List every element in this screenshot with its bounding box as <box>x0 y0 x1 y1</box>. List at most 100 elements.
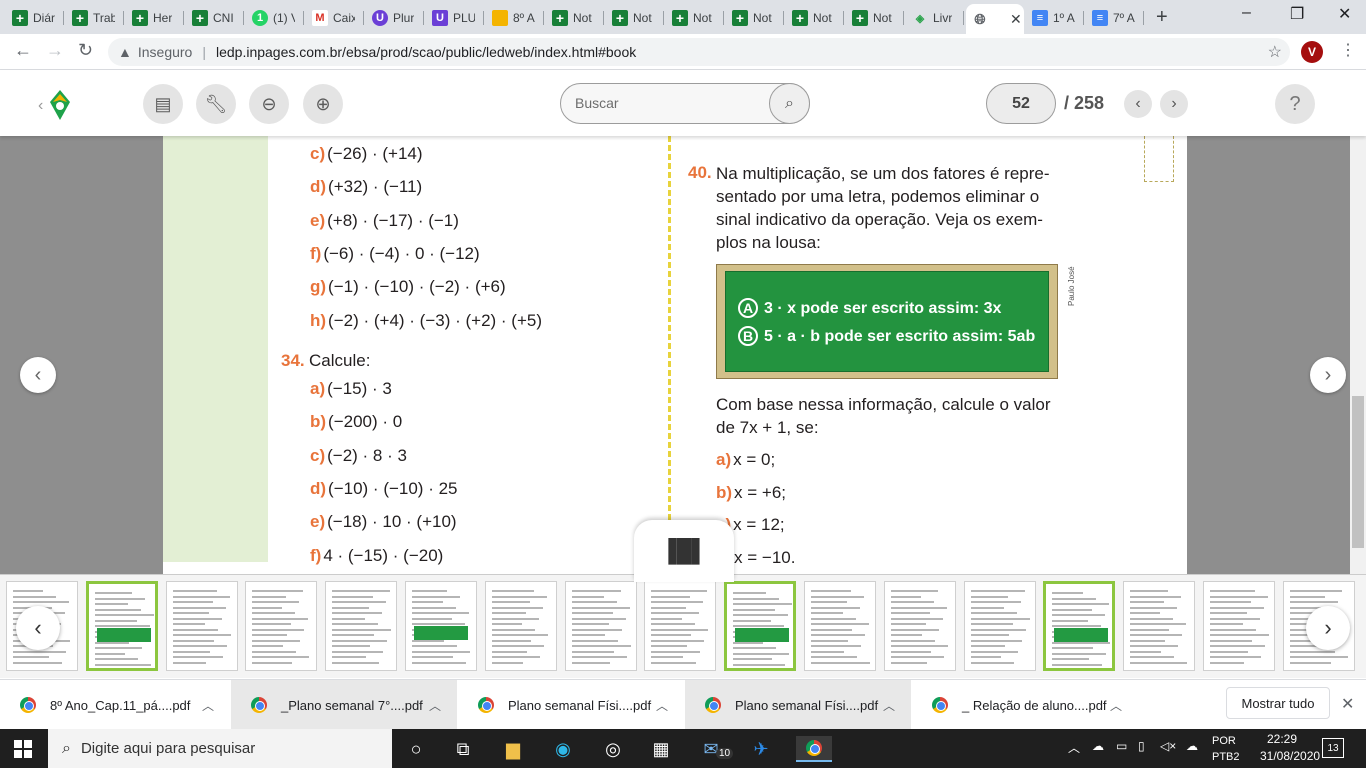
browser-tab[interactable]: Not <box>846 4 904 32</box>
item-expression: (−15) · 3 <box>327 379 392 398</box>
search-icon[interactable]: ⌕ <box>769 83 810 124</box>
close-downloads-icon[interactable]: ✕ <box>1341 694 1354 714</box>
item-label: c) <box>310 445 326 465</box>
file-explorer-icon[interactable]: ▆ <box>500 736 526 762</box>
download-options-chevron-icon[interactable]: ︿ <box>883 697 895 714</box>
page-thumbnail[interactable] <box>405 581 477 671</box>
browser-tab[interactable]: 🌐︎ ✕ <box>966 4 1024 34</box>
browser-tab[interactable]: U PLU <box>426 4 484 32</box>
download-options-chevron-icon[interactable]: ︿ <box>1110 697 1122 714</box>
zoom-in-icon[interactable]: ⊕ <box>303 84 343 124</box>
app-icon[interactable]: ✈ <box>748 736 774 762</box>
browser-tab[interactable]: Not <box>786 4 844 32</box>
browser-tab[interactable]: ≡ 1º A <box>1026 4 1084 32</box>
page-thumbnail[interactable] <box>325 581 398 671</box>
page-thumbnail[interactable] <box>1043 581 1116 671</box>
page-thumbnail[interactable] <box>564 581 637 671</box>
bookmark-star-icon[interactable]: ☆ <box>1268 42 1282 62</box>
page-thumbnail[interactable] <box>963 581 1036 671</box>
book-search-input[interactable] <box>575 95 755 111</box>
next-spread-arrow-icon[interactable]: › <box>1310 357 1346 393</box>
download-item[interactable]: Plano semanal Físi....pdf ︿ <box>685 680 911 730</box>
thumbs-next-arrow-icon[interactable]: › <box>1306 606 1350 650</box>
prev-spread-arrow-icon[interactable]: ‹ <box>20 357 56 393</box>
browser-tab[interactable]: ≡ 7º A <box>1086 4 1144 32</box>
browser-tab[interactable]: U Plur <box>366 4 424 32</box>
thumbnail-toggle-icon[interactable]: ▐█▌ <box>634 520 734 582</box>
url-text[interactable]: ledp.inpages.com.br/ebsa/prod/scao/publi… <box>216 44 636 60</box>
page-thumbnail[interactable] <box>1203 581 1275 671</box>
windows-start-icon[interactable] <box>14 740 32 758</box>
tray-chevron-icon[interactable]: ︿ <box>1068 739 1080 756</box>
task-view-icon[interactable]: ⧉ <box>450 736 476 762</box>
download-item[interactable]: _Plano semanal 7°....pdf ︿ <box>231 680 457 730</box>
browser-tab[interactable]: Trab <box>66 4 124 32</box>
display-icon[interactable]: ▭ <box>1116 739 1127 753</box>
browser-tab[interactable]: 8º A <box>486 4 544 32</box>
back-icon[interactable]: ← <box>14 40 32 61</box>
download-options-chevron-icon[interactable]: ︿ <box>202 697 214 714</box>
store-icon[interactable]: ▦ <box>648 736 674 762</box>
tab-title: Livr <box>933 11 953 25</box>
thumbs-prev-arrow-icon[interactable]: ‹ <box>16 606 60 650</box>
reload-icon[interactable]: ↻ <box>78 40 93 61</box>
sheet-favicon-icon <box>672 10 688 26</box>
maximize-button[interactable]: ❐ <box>1290 4 1304 24</box>
download-options-chevron-icon[interactable]: ︿ <box>656 697 668 714</box>
page-thumbnail[interactable] <box>1123 581 1196 671</box>
volume-muted-icon[interactable]: ◁× <box>1160 739 1176 753</box>
page-thumbnail[interactable] <box>644 581 717 671</box>
browser-tab[interactable]: M Caix <box>306 4 364 32</box>
page-thumbnail[interactable] <box>804 581 876 671</box>
browser-tab[interactable]: Not <box>546 4 604 32</box>
browser-tab[interactable]: Not <box>726 4 784 32</box>
prev-page-chevron-icon[interactable]: ‹ <box>1124 90 1152 118</box>
obs-icon[interactable]: ◎ <box>600 736 626 762</box>
new-tab-button[interactable]: + <box>1156 6 1168 29</box>
browser-tab[interactable]: Not <box>606 4 664 32</box>
show-all-downloads-button[interactable]: Mostrar tudo <box>1226 687 1330 719</box>
network-warning-icon[interactable]: ☁ <box>1092 739 1104 753</box>
notification-center-icon[interactable]: 13 <box>1322 738 1344 758</box>
browser-tab[interactable]: Her <box>126 4 184 32</box>
current-page-input[interactable]: 52 <box>986 83 1056 124</box>
profile-avatar[interactable]: V <box>1301 41 1323 63</box>
browser-tab[interactable]: CNI <box>186 4 244 32</box>
chrome-taskbar-icon[interactable] <box>796 736 832 762</box>
browser-tab[interactable]: Not <box>666 4 724 32</box>
scrollbar-thumb[interactable] <box>1352 396 1364 548</box>
page-thumbnail[interactable] <box>724 581 797 671</box>
close-tab-icon[interactable]: ✕ <box>1010 11 1022 28</box>
browser-tab[interactable]: ◈ Livr <box>906 4 964 32</box>
next-page-chevron-icon[interactable]: › <box>1160 90 1188 118</box>
page-thumbnail[interactable] <box>883 581 956 671</box>
system-clock[interactable]: 22:29 31/08/2020 <box>1260 731 1320 765</box>
download-item[interactable]: _ Relação de aluno....pdf ︿ <box>912 680 1138 730</box>
onedrive-icon[interactable]: ☁ <box>1186 739 1198 753</box>
browser-tab[interactable]: 1 (1) V <box>246 4 304 32</box>
edge-icon[interactable]: ◉ <box>550 736 576 762</box>
download-item[interactable]: 8º Ano_Cap.11_pá....pdf ︿ <box>0 680 230 730</box>
forward-icon[interactable]: → <box>46 40 64 61</box>
download-item[interactable]: Plano semanal Físi....pdf ︿ <box>458 680 684 730</box>
sheet-favicon-icon <box>792 10 808 26</box>
battery-icon[interactable]: ▯ <box>1138 739 1145 753</box>
page-thumbnail[interactable] <box>165 581 238 671</box>
page-thumbnail[interactable] <box>245 581 318 671</box>
library-icon[interactable]: ▤ <box>143 84 183 124</box>
minimize-button[interactable]: – <box>1242 4 1251 22</box>
cortana-icon[interactable]: ○ <box>403 736 429 762</box>
download-options-chevron-icon[interactable]: ︿ <box>429 697 441 714</box>
zoom-out-icon[interactable]: ⊖ <box>249 84 289 124</box>
taskbar-search[interactable]: ⌕ Digite aqui para pesquisar <box>48 729 392 768</box>
tools-wrench-icon[interactable]: 🔧︎ <box>196 84 236 124</box>
browser-tab[interactable]: Diár <box>6 4 64 32</box>
help-button[interactable]: ? <box>1275 84 1315 124</box>
app-logo[interactable]: ‹ <box>38 88 72 127</box>
omnibox[interactable]: ▲ Inseguro | ledp.inpages.com.br/ebsa/pr… <box>108 38 1290 66</box>
item-expression: (−2) · (+4) · (−3) · (+2) · (+5) <box>328 310 542 330</box>
page-thumbnail[interactable] <box>85 581 158 671</box>
browser-menu-icon[interactable]: ⋮ <box>1340 40 1356 60</box>
page-thumbnail[interactable] <box>484 581 557 671</box>
close-window-button[interactable]: ✕ <box>1338 4 1351 24</box>
